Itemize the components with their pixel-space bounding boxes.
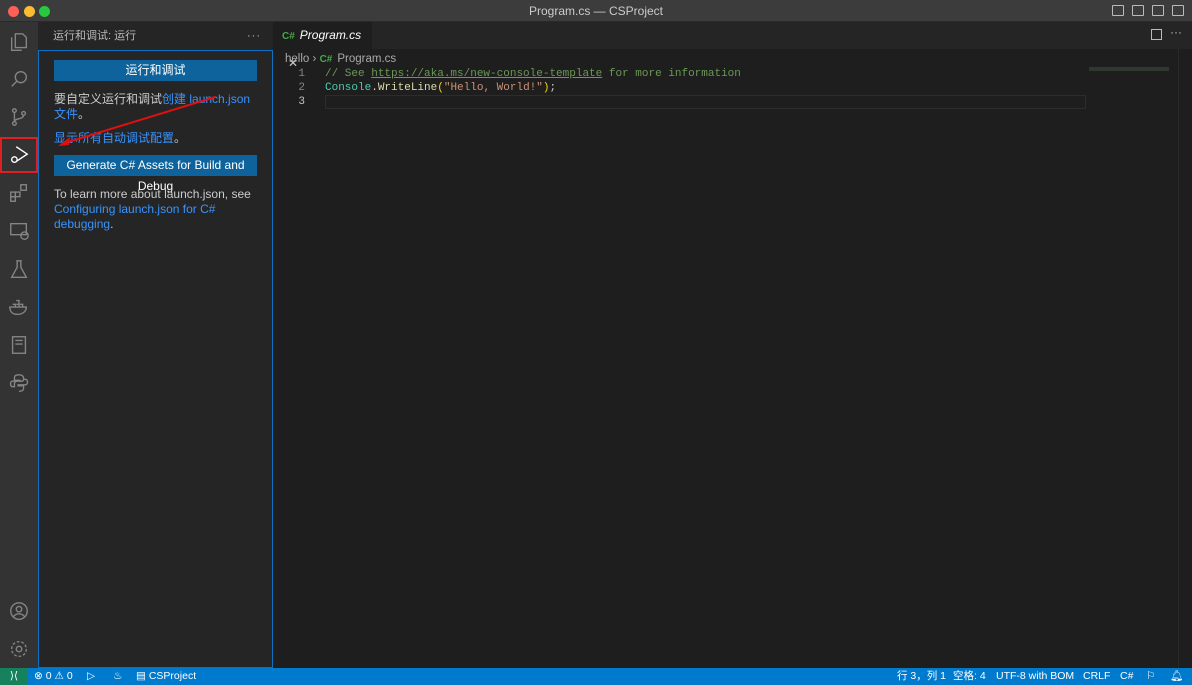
breadcrumb-file[interactable]: Program.cs (337, 53, 396, 65)
window-title: Program.cs — CSProject (528, 4, 664, 18)
indentation[interactable]: 空格: 4 (953, 668, 986, 685)
account-icon[interactable] (0, 593, 38, 629)
code-line: 1 // See https://aka.ms/new-console-templ… (273, 67, 1086, 81)
toggle-panel-icon[interactable] (1132, 5, 1144, 16)
dot-token: . (371, 82, 378, 94)
error-count: 0 (45, 670, 52, 682)
line-number: 3 (298, 96, 305, 108)
notifications-bell-icon[interactable]: 🔔︎ (1170, 668, 1183, 685)
more-actions-icon[interactable]: ··· (1170, 25, 1182, 39)
breadcrumb-folder[interactable]: hello (285, 53, 309, 65)
semicolon-token: ; (549, 82, 557, 94)
comment: for more information (602, 68, 741, 80)
end-of-line[interactable]: CRLF (1083, 668, 1110, 685)
toggle-secondary-sidebar-icon[interactable] (1152, 5, 1164, 16)
project-name: CSProject (148, 670, 197, 682)
problems-indicator[interactable]: ⊗ 0 ⚠ 0 (34, 668, 73, 685)
comment-url-link[interactable]: https://aka.ms/new-console-template (371, 68, 602, 80)
remote-indicator[interactable]: ⟩⟨ (0, 668, 28, 685)
annotation-arrow (58, 96, 216, 146)
docker-icon[interactable] (0, 289, 38, 325)
customize-layout-icon[interactable] (1172, 5, 1184, 16)
line-number: 1 (298, 68, 305, 80)
string-token: "Hello, World!" (443, 82, 543, 94)
encoding[interactable]: UTF-8 with BOM (996, 668, 1074, 685)
minimap[interactable] (1089, 67, 1169, 71)
class-token: Console (325, 82, 372, 94)
paren-token: ) (542, 82, 550, 94)
line-number: 2 (298, 82, 305, 94)
code-editor[interactable]: 1 // See https://aka.ms/new-console-templ… (273, 67, 1086, 109)
paren-token: ( (437, 82, 444, 94)
notebook-icon[interactable] (0, 327, 38, 363)
python-icon[interactable] (0, 365, 38, 401)
testing-icon[interactable] (0, 251, 38, 287)
toggle-sidebar-icon[interactable] (1112, 5, 1124, 16)
vertical-scrollbar[interactable] (1178, 49, 1192, 668)
project-indicator[interactable]: ▤ CSProject (136, 668, 196, 685)
csharp-file-icon: C# (282, 31, 295, 42)
current-line-highlight (325, 95, 1086, 109)
code-line: 2 Console.WriteLine("Hello, World!"); (273, 81, 1086, 95)
breadcrumb-separator: › (312, 53, 317, 65)
csharp-file-icon: C# (319, 54, 333, 65)
debug-icon[interactable]: ▷ (87, 668, 95, 685)
breadcrumb: hello › C# Program.cs (285, 53, 396, 65)
settings-gear-icon[interactable] (0, 631, 38, 667)
configuring-launch-json-link[interactable]: Configuring launch.json for C# debugging (54, 202, 215, 231)
editor-area: C# Program.cs ✕ ··· hello › C# Program.cs … (273, 22, 1192, 668)
language-mode[interactable]: C# (1120, 668, 1133, 685)
remote-explorer-icon[interactable] (0, 213, 38, 249)
flame-icon[interactable]: ♨ (113, 668, 122, 685)
method-token: WriteLine (377, 82, 438, 94)
code-line: 3 (273, 95, 1086, 109)
status-bar: ⟩⟨ ⊗ 0 ⚠ 0 ▷ ♨ ▤ CSProject 行 3，列 1 空格: 4… (0, 668, 1192, 685)
period: . (110, 217, 114, 231)
cursor-position[interactable]: 行 3，列 1 (897, 668, 946, 685)
tab-label: Program.cs (299, 28, 362, 42)
warning-count: 0 (66, 670, 73, 682)
comment: // See (325, 68, 372, 80)
feedback-icon[interactable]: ⚐ (1146, 668, 1155, 685)
split-editor-icon[interactable] (1151, 29, 1162, 40)
tab-program-cs[interactable]: C# Program.cs ✕ (273, 22, 372, 70)
